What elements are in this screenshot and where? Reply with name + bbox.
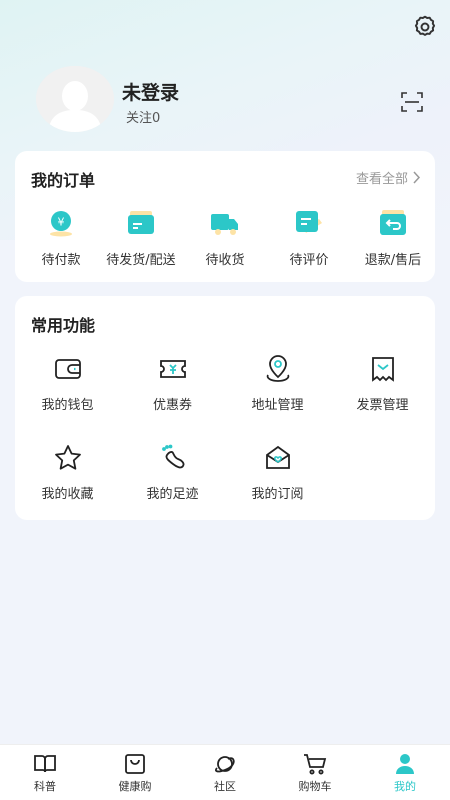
wallet-icon [54, 359, 81, 379]
orders-card: 我的订单 查看全部 ¥ 待付款 待发货/配送 待收货 待评价 退款/售后 [15, 151, 435, 282]
follow-count[interactable]: 关注0 [126, 107, 160, 126]
function-label: 优惠券 [152, 398, 192, 413]
tab-label: 健康购 [118, 780, 152, 793]
shopping-bag-icon [125, 754, 145, 774]
review-edit-icon [296, 211, 322, 233]
footprint-icon [161, 444, 184, 469]
tab-label: 购物车 [298, 780, 332, 793]
tab-community[interactable]: 社区 [180, 745, 270, 800]
tab-label: 我的 [394, 780, 416, 793]
gear-icon[interactable] [412, 14, 438, 40]
order-pending-payment[interactable]: ¥ 待付款 [19, 209, 103, 268]
view-all-orders-link[interactable]: 查看全部 [356, 168, 421, 187]
bottom-tab-bar: 科普 健康购 社区 购物车 我的 [0, 744, 450, 800]
functions-card: 常用功能 我的钱包 优惠券 地址管理 发票管理 我的收藏 我的足迹 我的订阅 [15, 296, 435, 520]
order-label: 待发货/配送 [106, 253, 176, 268]
order-label: 退款/售后 [364, 253, 422, 268]
tab-label: 社区 [214, 780, 236, 793]
tab-cart[interactable]: 购物车 [270, 745, 360, 800]
order-pending-receipt[interactable]: 待收货 [183, 209, 267, 268]
book-icon [34, 755, 56, 773]
function-label: 发票管理 [356, 398, 409, 413]
tab-mine[interactable]: 我的 [360, 745, 450, 800]
chevron-right-icon [413, 171, 421, 184]
scan-icon[interactable] [401, 92, 423, 112]
function-invoice[interactable]: 发票管理 [330, 354, 435, 413]
location-pin-icon [266, 355, 289, 382]
planet-icon [215, 756, 235, 773]
svg-text:¥: ¥ [58, 216, 65, 229]
payment-pending-icon: ¥ [50, 211, 72, 237]
function-label: 地址管理 [251, 398, 304, 413]
user-name[interactable]: 未登录 [122, 78, 179, 105]
order-pending-delivery[interactable]: 待发货/配送 [99, 209, 183, 268]
avatar[interactable] [36, 66, 114, 132]
function-label: 我的订阅 [251, 487, 304, 502]
order-refund[interactable]: 退款/售后 [351, 209, 435, 268]
function-label: 我的足迹 [146, 487, 199, 502]
wallet-card-icon [128, 211, 154, 234]
truck-icon [211, 214, 238, 235]
order-label: 待评价 [289, 253, 329, 268]
function-footprints[interactable]: 我的足迹 [120, 443, 225, 502]
invoice-icon [371, 357, 394, 382]
functions-title: 常用功能 [31, 316, 96, 335]
function-wallet[interactable]: 我的钱包 [15, 354, 120, 413]
tab-health-shop[interactable]: 健康购 [90, 745, 180, 800]
order-label: 待付款 [41, 253, 81, 268]
order-label: 待收货 [205, 253, 245, 268]
function-coupon[interactable]: 优惠券 [120, 354, 225, 413]
function-label: 我的钱包 [41, 398, 94, 413]
function-subscriptions[interactable]: 我的订阅 [225, 443, 330, 502]
subscription-mail-icon [265, 445, 290, 469]
function-address[interactable]: 地址管理 [225, 354, 330, 413]
order-pending-review[interactable]: 待评价 [267, 209, 351, 268]
function-favorites[interactable]: 我的收藏 [15, 443, 120, 502]
tab-label: 科普 [34, 780, 56, 793]
view-all-label: 查看全部 [355, 172, 408, 187]
refund-icon [380, 210, 406, 235]
orders-title: 我的订单 [31, 171, 96, 190]
star-icon [54, 445, 81, 470]
tab-science[interactable]: 科普 [0, 745, 90, 800]
coupon-icon [159, 360, 186, 378]
person-icon [396, 754, 414, 774]
cart-icon [304, 754, 327, 775]
function-label: 我的收藏 [41, 487, 94, 502]
